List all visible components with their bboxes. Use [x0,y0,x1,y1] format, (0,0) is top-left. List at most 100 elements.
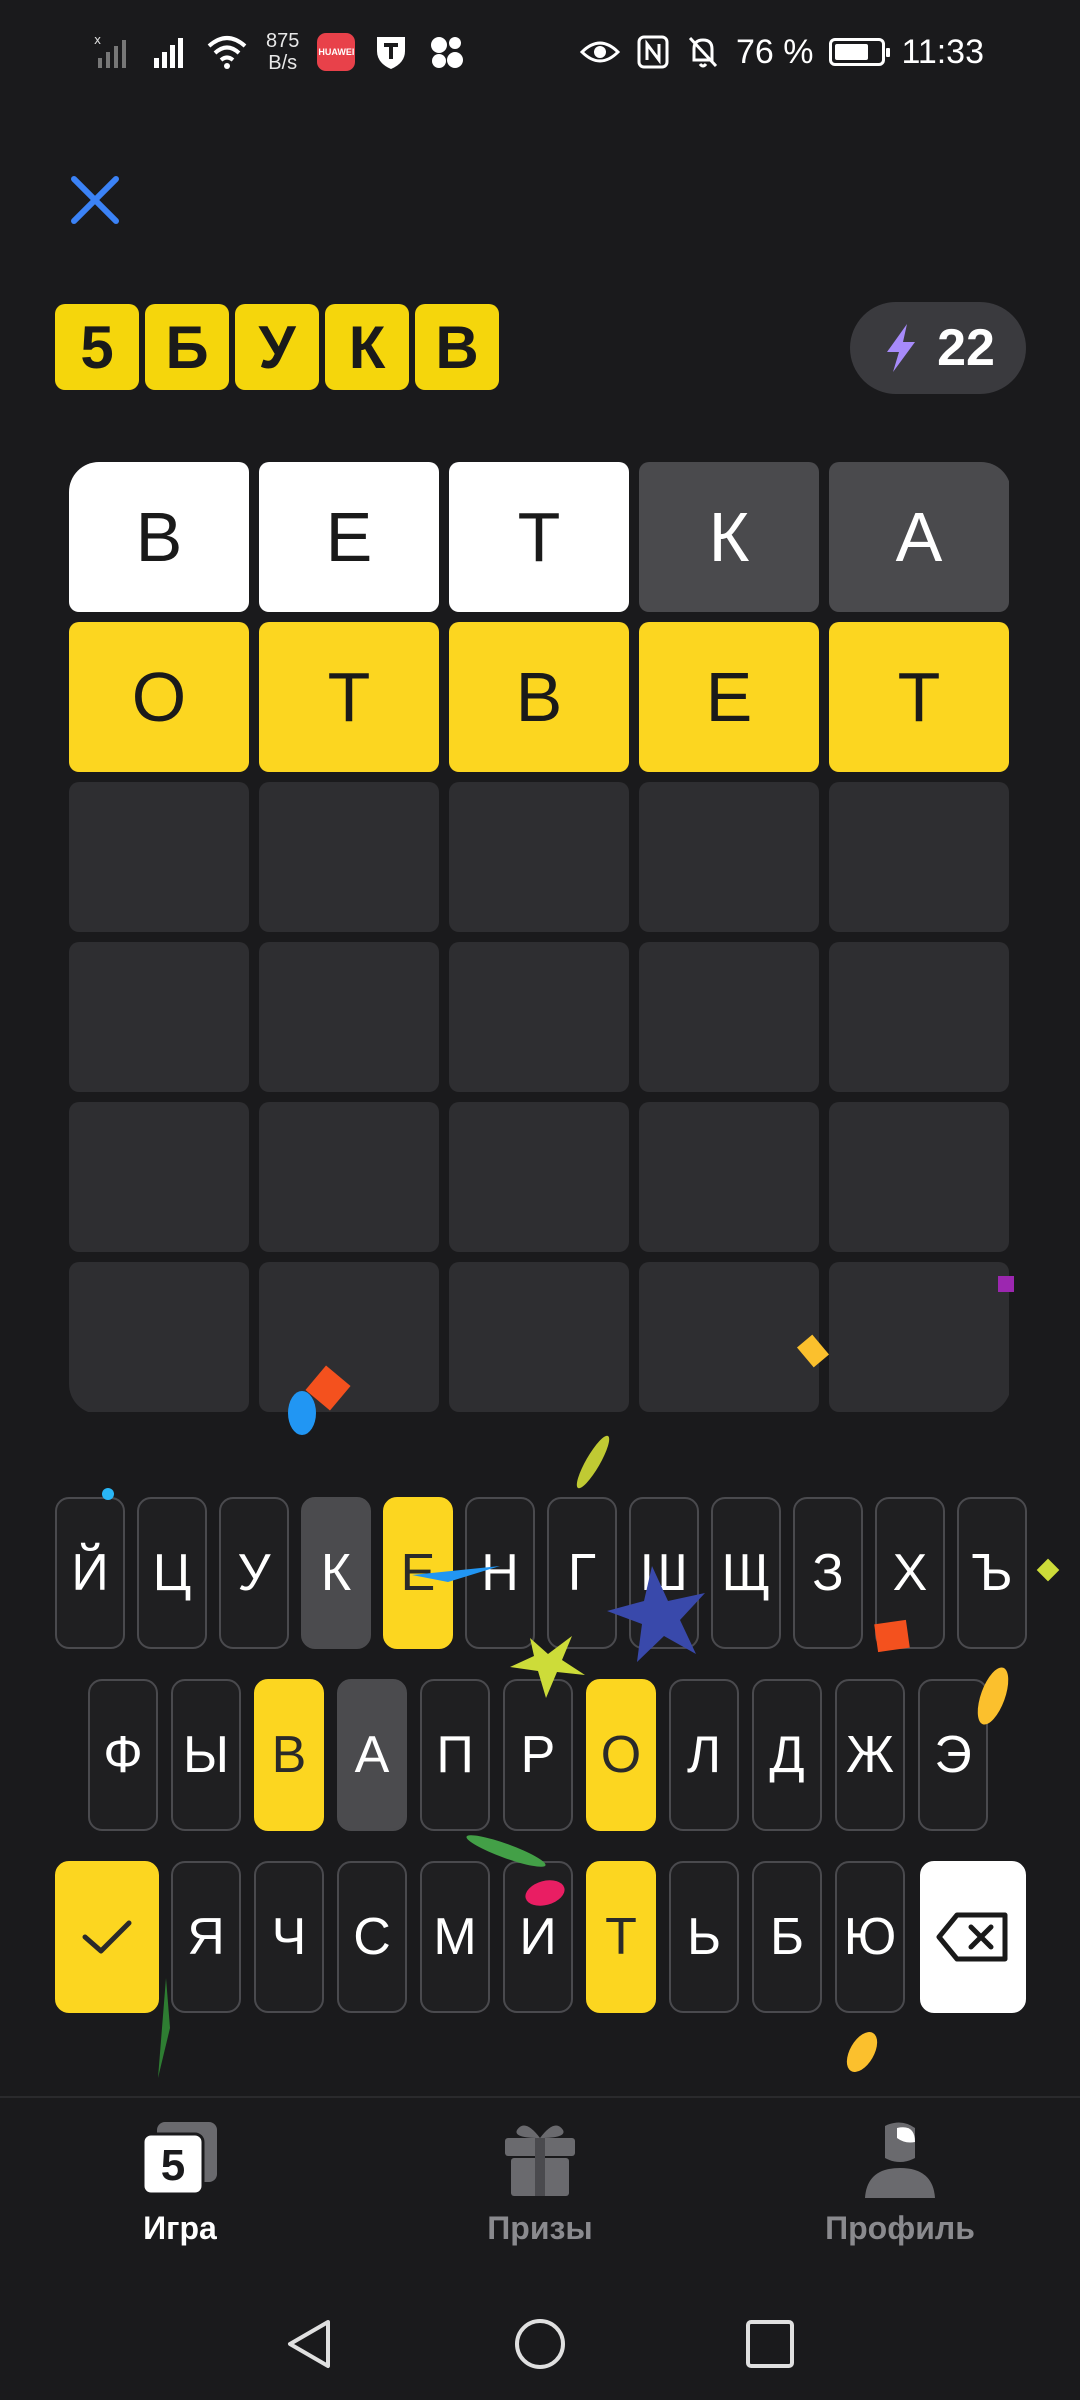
key[interactable]: Р [503,1679,573,1831]
board-cell [259,942,439,1092]
dots-app-icon [431,37,464,68]
board-cell [69,782,249,932]
board-cell [829,1262,1009,1412]
backspace-key[interactable] [920,1861,1026,2013]
key[interactable]: Э [918,1679,988,1831]
key[interactable]: А [337,1679,407,1831]
enter-key[interactable] [55,1861,159,2013]
key[interactable]: Л [669,1679,739,1831]
board-cell: Т [449,462,629,612]
key[interactable]: Ю [835,1861,905,2013]
key[interactable]: Т [586,1861,656,2013]
energy-counter[interactable]: 22 [850,302,1026,394]
shield-t-icon [377,37,406,69]
key[interactable]: И [503,1861,573,2013]
board-cell: Е [259,462,439,612]
key[interactable]: Ь [669,1861,739,2013]
key[interactable]: К [301,1497,371,1649]
back-nav-button[interactable] [282,2316,338,2372]
key[interactable]: У [219,1497,289,1649]
system-nav-bar [0,2286,1080,2400]
key[interactable]: Н [465,1497,535,1649]
confetti-piece [576,1435,610,1489]
logo-tile: У [235,304,319,390]
game-icon-number: 5 [161,2141,185,2190]
wifi-icon [207,36,247,69]
nav-item-game[interactable]: 5 Игра [50,2118,310,2288]
key[interactable]: Г [547,1497,617,1649]
net-speed-unit: B/s [268,52,298,74]
close-icon [71,176,119,224]
game-board: ВЕТКАОТВЕТ [69,462,1011,1414]
board-cell [829,1102,1009,1252]
nav-label-profile: Профиль [825,2210,975,2246]
bottom-nav: 5 Игра Призы Профиль [0,2096,1080,2288]
bell-muted-icon [688,36,718,68]
board-cell [639,1262,819,1412]
key[interactable]: Е [383,1497,453,1649]
board-cell [259,782,439,932]
board-cell [69,1102,249,1252]
key[interactable]: Ф [88,1679,158,1831]
recents-nav-button[interactable] [742,2316,798,2372]
key[interactable]: Ц [137,1497,207,1649]
key[interactable]: С [337,1861,407,2013]
board-cell: В [69,462,249,612]
key[interactable]: Й [55,1497,125,1649]
key[interactable]: Ы [171,1679,241,1831]
board-cell [449,1262,629,1412]
battery-icon [829,38,891,66]
huawei-app-icon: HUAWEI [317,33,356,71]
key[interactable]: Я [171,1861,241,2013]
clock: 11:33 [901,32,984,71]
board-cell [259,1102,439,1252]
board-cell [449,942,629,1092]
board-cell [639,1102,819,1252]
eye-icon [579,41,620,63]
confetti-piece [846,2032,878,2072]
nav-item-profile[interactable]: Профиль [770,2118,1030,2288]
nav-label-prizes: Призы [487,2210,593,2246]
key[interactable]: П [420,1679,490,1831]
board-cell [639,942,819,1092]
huawei-app-label: HUAWEI [318,47,355,57]
logo-tile: К [325,304,409,390]
status-left: x 875 B/s HUAWEI [92,22,467,82]
board-cell: А [829,462,1009,612]
logo-tile: В [415,304,499,390]
key[interactable]: Б [752,1861,822,2013]
key[interactable]: Ш [629,1497,699,1649]
logo-tile: 5 [55,304,139,390]
key[interactable]: Д [752,1679,822,1831]
close-button[interactable] [60,165,130,235]
status-bar: x 875 B/s HUAWEI 76 % 11:33 [0,0,1080,105]
key[interactable]: О [586,1679,656,1831]
board-cell [449,1102,629,1252]
board-cell [829,942,1009,1092]
key[interactable]: М [420,1861,490,2013]
checkmark-icon [82,1920,132,1954]
key[interactable]: Ж [835,1679,905,1831]
home-nav-button[interactable] [512,2316,568,2372]
key[interactable]: З [793,1497,863,1649]
backspace-icon [936,1912,1008,1962]
board-cell: Т [259,622,439,772]
app-logo: 5 Б У К В [55,304,499,390]
board-cell [69,1262,249,1412]
board-cell [639,782,819,932]
game-icon: 5 [141,2122,217,2196]
key[interactable]: Ъ [957,1497,1027,1649]
nfc-icon [637,35,669,69]
battery-percent: 76 % [735,32,814,71]
key[interactable]: Х [875,1497,945,1649]
board-cell: Е [639,622,819,772]
key[interactable]: Щ [711,1497,781,1649]
no-sim-signal-icon: x [94,33,126,68]
key[interactable]: В [254,1679,324,1831]
svg-text:x: x [94,33,101,47]
board-cell [69,942,249,1092]
nav-item-prizes[interactable]: Призы [410,2118,670,2288]
confetti-piece [158,1978,170,2078]
key[interactable]: Ч [254,1861,324,2013]
logo-tile: Б [145,304,229,390]
